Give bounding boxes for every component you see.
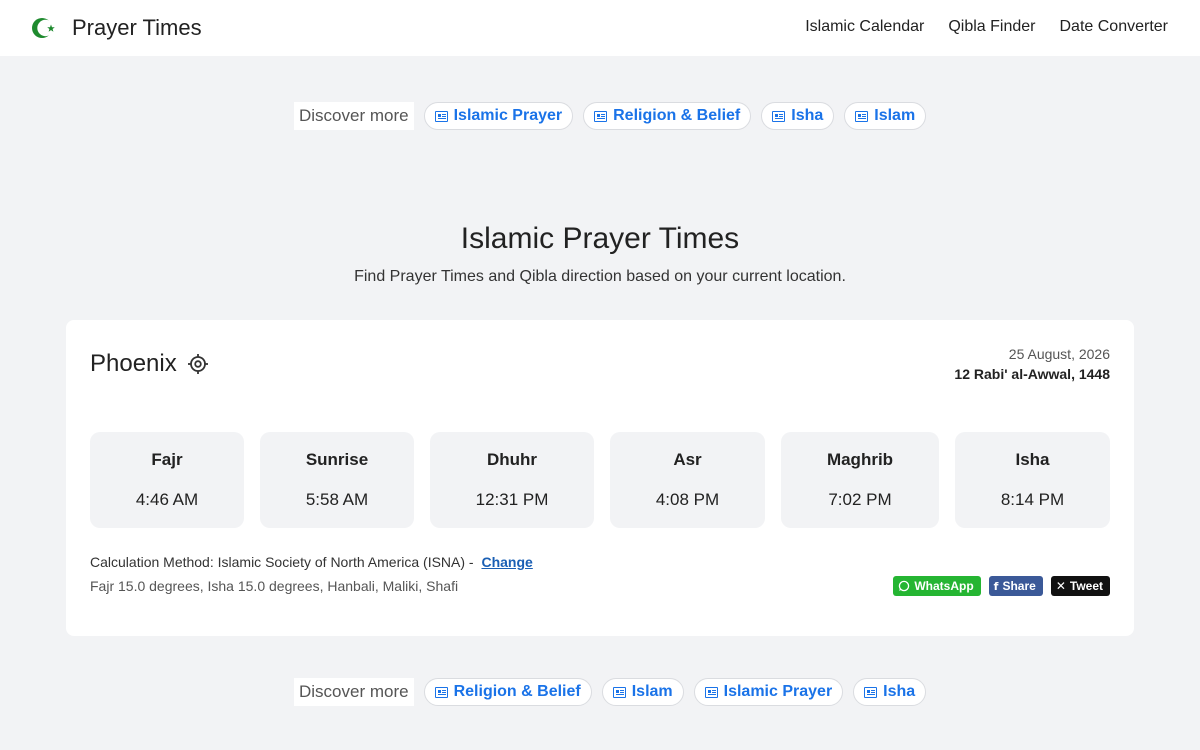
chip-label: Religion & Belief [613, 107, 741, 124]
discover-chip[interactable]: Islam [844, 102, 927, 130]
change-method-link[interactable]: Change [481, 554, 532, 570]
brand-title: Prayer Times [72, 15, 202, 40]
article-icon [612, 686, 626, 698]
discover-chip[interactable]: Islamic Prayer [423, 102, 574, 130]
chip-label: Isha [791, 107, 824, 124]
city-heading: Phoenix [90, 350, 209, 378]
date-block: 25 August, 2026 12 Rabi' al-Awwal, 1448 [954, 346, 1110, 382]
discover-more-top: Discover more Islamic Prayer Religion & … [294, 102, 936, 130]
brand-link[interactable]: Prayer Times [30, 14, 202, 42]
nav-links: Islamic Calendar Qibla Finder Date Conve… [805, 18, 1168, 36]
chip-label: Isha [883, 683, 916, 700]
nav-link-qibla-finder[interactable]: Qibla Finder [948, 18, 1035, 36]
city-name: Phoenix [90, 350, 177, 377]
twitter-share-label: Tweet [1069, 579, 1103, 593]
prayer-name: Dhuhr [486, 450, 538, 469]
chip-label: Islam [631, 683, 673, 700]
top-navbar: Prayer Times Islamic Calendar Qibla Find… [0, 0, 1200, 56]
discover-more-label: Discover more [294, 102, 414, 130]
chip-label: Religion & Belief [453, 683, 581, 700]
article-icon [704, 686, 718, 698]
article-icon [434, 686, 448, 698]
prayer-time-dhuhr: Dhuhr 12:31 PM [430, 432, 594, 528]
article-icon [594, 110, 608, 122]
share-buttons: WhatsApp f Share ✕ Tweet [893, 576, 1110, 596]
gregorian-date: 25 August, 2026 [1008, 346, 1110, 362]
locate-icon[interactable] [187, 353, 209, 375]
article-icon [772, 110, 786, 122]
prayer-time-isha: Isha 8:14 PM [955, 432, 1110, 528]
chip-label: Islamic Prayer [453, 107, 563, 124]
page-subtitle: Find Prayer Times and Qibla direction ba… [354, 268, 846, 285]
chip-label: Islam [874, 107, 916, 124]
calculation-method: Calculation Method: Islamic Society of N… [90, 554, 533, 570]
twitter-share-button[interactable]: ✕ Tweet [1050, 576, 1110, 596]
discover-chip[interactable]: Islam [601, 678, 684, 706]
calculation-method-text: Calculation Method: Islamic Society of N… [90, 554, 474, 570]
facebook-share-button[interactable]: f Share [988, 576, 1043, 596]
whatsapp-share-label: WhatsApp [914, 579, 974, 593]
discover-chip[interactable]: Religion & Belief [583, 102, 752, 130]
prayer-name: Asr [673, 450, 702, 469]
discover-more-bottom: Discover more Religion & Belief Islam Is… [294, 678, 936, 706]
calculation-details: Fajr 15.0 degrees, Isha 15.0 degrees, Ha… [90, 578, 459, 594]
prayer-times-card: Phoenix 25 August, 2026 12 Rabi' al-Awwa… [66, 320, 1134, 636]
article-icon [434, 110, 448, 122]
discover-chip[interactable]: Isha [761, 102, 835, 130]
discover-more-label: Discover more [294, 678, 414, 706]
prayer-times-row: Fajr 4:46 AM Sunrise 5:58 AM Dhuhr 12:31… [90, 432, 1110, 528]
whatsapp-share-button[interactable]: WhatsApp [893, 576, 981, 596]
nav-link-islamic-calendar[interactable]: Islamic Calendar [805, 18, 924, 36]
prayer-time-fajr: Fajr 4:46 AM [90, 432, 244, 528]
prayer-name: Sunrise [305, 450, 369, 469]
facebook-icon: f [993, 579, 999, 593]
article-icon [864, 686, 878, 698]
discover-chip[interactable]: Isha [853, 678, 927, 706]
prayer-time: 4:08 PM [655, 490, 720, 509]
whatsapp-icon [899, 580, 910, 592]
prayer-time-maghrib: Maghrib 7:02 PM [781, 432, 939, 528]
discover-chip[interactable]: Islamic Prayer [693, 678, 844, 706]
article-icon [855, 110, 869, 122]
prayer-time: 5:58 AM [305, 490, 369, 509]
prayer-time-sunrise: Sunrise 5:58 AM [260, 432, 414, 528]
x-logo-icon: ✕ [1055, 579, 1066, 593]
nav-link-date-converter[interactable]: Date Converter [1060, 18, 1169, 36]
prayer-name: Fajr [151, 450, 183, 469]
facebook-share-label: Share [1002, 579, 1036, 593]
prayer-time-asr: Asr 4:08 PM [610, 432, 765, 528]
chip-label: Islamic Prayer [723, 683, 833, 700]
prayer-name: Maghrib [826, 450, 894, 469]
discover-chip[interactable]: Religion & Belief [423, 678, 592, 706]
prayer-time: 7:02 PM [828, 490, 892, 509]
page-title: Islamic Prayer Times [460, 222, 740, 255]
hijri-date: 12 Rabi' al-Awwal, 1448 [954, 366, 1110, 382]
crescent-star-icon [32, 18, 55, 38]
prayer-name: Isha [1015, 450, 1050, 469]
prayer-time: 12:31 PM [475, 490, 549, 509]
prayer-time: 4:46 AM [135, 490, 199, 509]
prayer-time: 8:14 PM [1000, 490, 1065, 509]
